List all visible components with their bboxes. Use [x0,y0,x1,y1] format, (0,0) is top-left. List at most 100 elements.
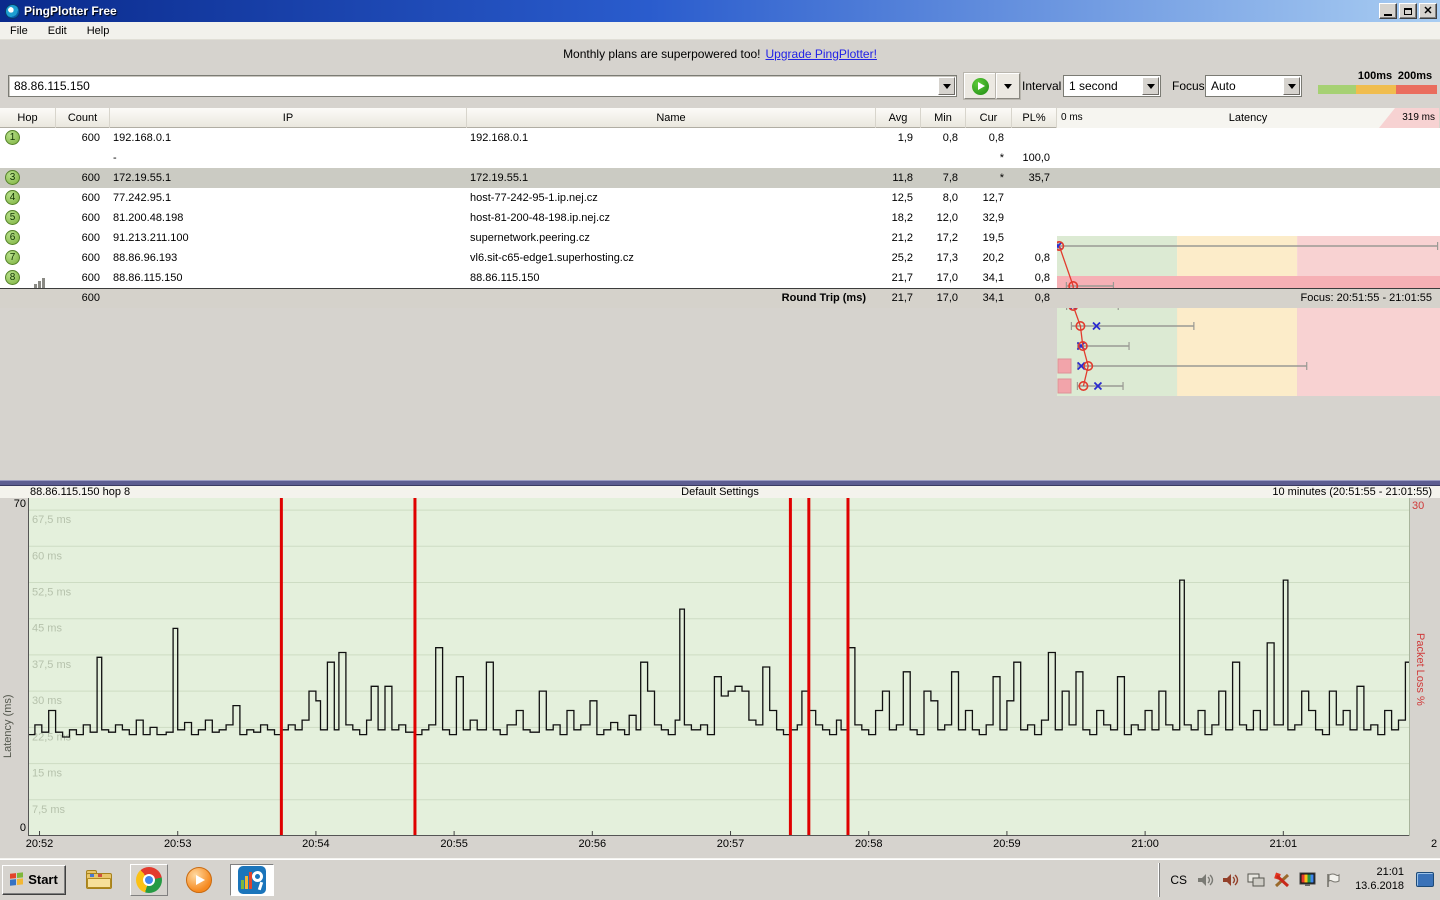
focus-select[interactable]: Auto [1205,75,1302,97]
svg-text:60 ms: 60 ms [32,550,62,562]
ip-cell: - [110,148,467,168]
svg-text:45 ms: 45 ms [32,623,62,635]
col-min[interactable]: Min [921,108,966,128]
ip-cell: 81.200.48.198 [110,208,467,228]
ip-cell: 172.19.55.1 [110,168,467,188]
rt-min: 17,0 [921,289,966,309]
target-address-combo[interactable]: 88.86.115.150 [8,75,957,97]
start-trace-button[interactable] [964,73,996,99]
display-icon[interactable] [1299,872,1317,888]
volume-alt-icon[interactable] [1222,872,1239,888]
time-label: 20:56 [579,838,607,850]
name-cell: supernetwork.peering.cz [467,228,876,248]
focus-dropdown-arrow[interactable] [1283,77,1300,95]
ip-cell: 88.86.96.193 [110,248,467,268]
count-cell: 600 [56,188,110,208]
y-axis-min: 0 [2,822,26,834]
menu-item-edit[interactable]: Edit [38,22,77,40]
name-cell [467,148,876,168]
pl-cell [1012,128,1057,148]
interval-label: Interval [1022,79,1061,93]
taskbar-pingplotter-active[interactable] [230,864,274,896]
restore-button[interactable] [1399,3,1417,19]
start-button[interactable]: Start [2,865,66,895]
menu-item-help[interactable]: Help [77,22,120,40]
round-trip-label: Round Trip (ms) [467,289,876,309]
legend-zone-2 [1396,85,1437,94]
interval-dropdown-arrow[interactable] [1142,77,1159,95]
window-title: PingPlotter Free [24,4,117,18]
taskbar: Start CS [0,858,1440,900]
hop-latency-graph[interactable] [1057,236,1440,396]
col-pl[interactable]: PL% [1012,108,1057,128]
focus-label: Focus [1172,79,1205,93]
taskbar-chrome[interactable] [130,864,168,896]
hop-cell: 3 [0,168,56,188]
pl-cell: 0,8 [1012,248,1057,268]
pl-cell [1012,208,1057,228]
trace-row-hop-missing-2[interactable]: -*100,0 [0,148,1440,168]
target-dropdown-arrow[interactable] [938,77,955,95]
timeline-range: 10 minutes (20:51:55 - 21:01:55) [1272,486,1432,498]
tray-clock[interactable]: 21:01 13.6.2018 [1355,866,1404,894]
latency-time-series[interactable]: 7,5 ms15 ms22,5 ms30 ms37,5 ms45 ms52,5 … [28,498,1410,836]
svg-text:7,5 ms: 7,5 ms [32,804,66,816]
close-button[interactable]: ✕ [1419,3,1437,19]
trace-row-hop-1[interactable]: 1600192.168.0.1192.168.0.11,90,80,8 [0,128,1440,148]
menu-item-file[interactable]: File [0,22,38,40]
pl-cell [1012,188,1057,208]
name-cell: 192.168.0.1 [467,128,876,148]
min-cell: 17,2 [921,228,966,248]
flag-icon[interactable] [1325,872,1341,888]
timeline-settings: Default Settings [0,486,1440,498]
cur-cell: 34,1 [966,268,1012,288]
cur-cell: 32,9 [966,208,1012,228]
interval-select[interactable]: 1 second [1063,75,1161,97]
pingplotter-tray-icon[interactable] [1273,872,1291,888]
cur-cell: 0,8 [966,128,1012,148]
taskbar-windows-explorer[interactable] [80,864,118,896]
focus-value: Auto [1206,79,1283,93]
hop-cell: 4 [0,188,56,208]
trace-row-hop-5[interactable]: 560081.200.48.198host-81-200-48-198.ip.n… [0,208,1440,228]
minimize-button[interactable] [1379,3,1397,19]
play-icon [972,78,989,95]
upgrade-link[interactable]: Upgrade PingPlotter! [766,47,877,61]
trace-row-hop-3[interactable]: 3600172.19.55.1172.19.55.111,87,8*35,7 [0,168,1440,188]
ip-cell: 91.213.211.100 [110,228,467,248]
min-cell [921,148,966,168]
col-count[interactable]: Count [56,108,110,128]
count-cell: 600 [56,168,110,188]
focus-range: Focus: 20:51:55 - 21:01:55 [1057,289,1440,309]
target-address-value[interactable]: 88.86.115.150 [9,79,938,93]
banner-text: Monthly plans are superpowered too! [563,47,760,61]
show-desktop-icon[interactable] [1416,872,1434,887]
time-label: 21:00 [1131,838,1159,850]
language-indicator[interactable]: CS [1170,873,1187,887]
min-cell: 17,0 [921,268,966,288]
avg-cell: 21,2 [876,228,921,248]
interval-value: 1 second [1064,79,1142,93]
trace-row-hop-4[interactable]: 460077.242.95.1host-77-242-95-1.ip.nej.c… [0,188,1440,208]
latency-cell [1057,148,1440,168]
col-cur[interactable]: Cur [966,108,1012,128]
table-header-row: Hop Count IP Name Avg Min Cur PL% Latenc… [0,108,1440,128]
legend-zone-0 [1318,85,1356,94]
col-ip[interactable]: IP [110,108,467,128]
taskbar-media-player[interactable] [180,864,218,896]
y2-axis-max: 30 [1412,500,1424,512]
col-latency[interactable]: Latency 0 ms 319 ms [1057,108,1440,128]
network-icon[interactable] [1247,872,1265,888]
col-name[interactable]: Name [467,108,876,128]
trace-options-dropdown[interactable] [996,73,1020,99]
volume-icon[interactable] [1197,872,1214,888]
time-axis: 20:5220:5320:5420:5520:5620:5720:5820:59… [0,836,1440,858]
col-avg[interactable]: Avg [876,108,921,128]
avg-cell: 12,5 [876,188,921,208]
avg-cell: 1,9 [876,128,921,148]
col-hop[interactable]: Hop [0,108,56,128]
hop-badge: 3 [5,170,20,185]
chrome-icon [136,867,162,893]
trace-table: Hop Count IP Name Avg Min Cur PL% Latenc… [0,108,1440,308]
avg-cell: 18,2 [876,208,921,228]
